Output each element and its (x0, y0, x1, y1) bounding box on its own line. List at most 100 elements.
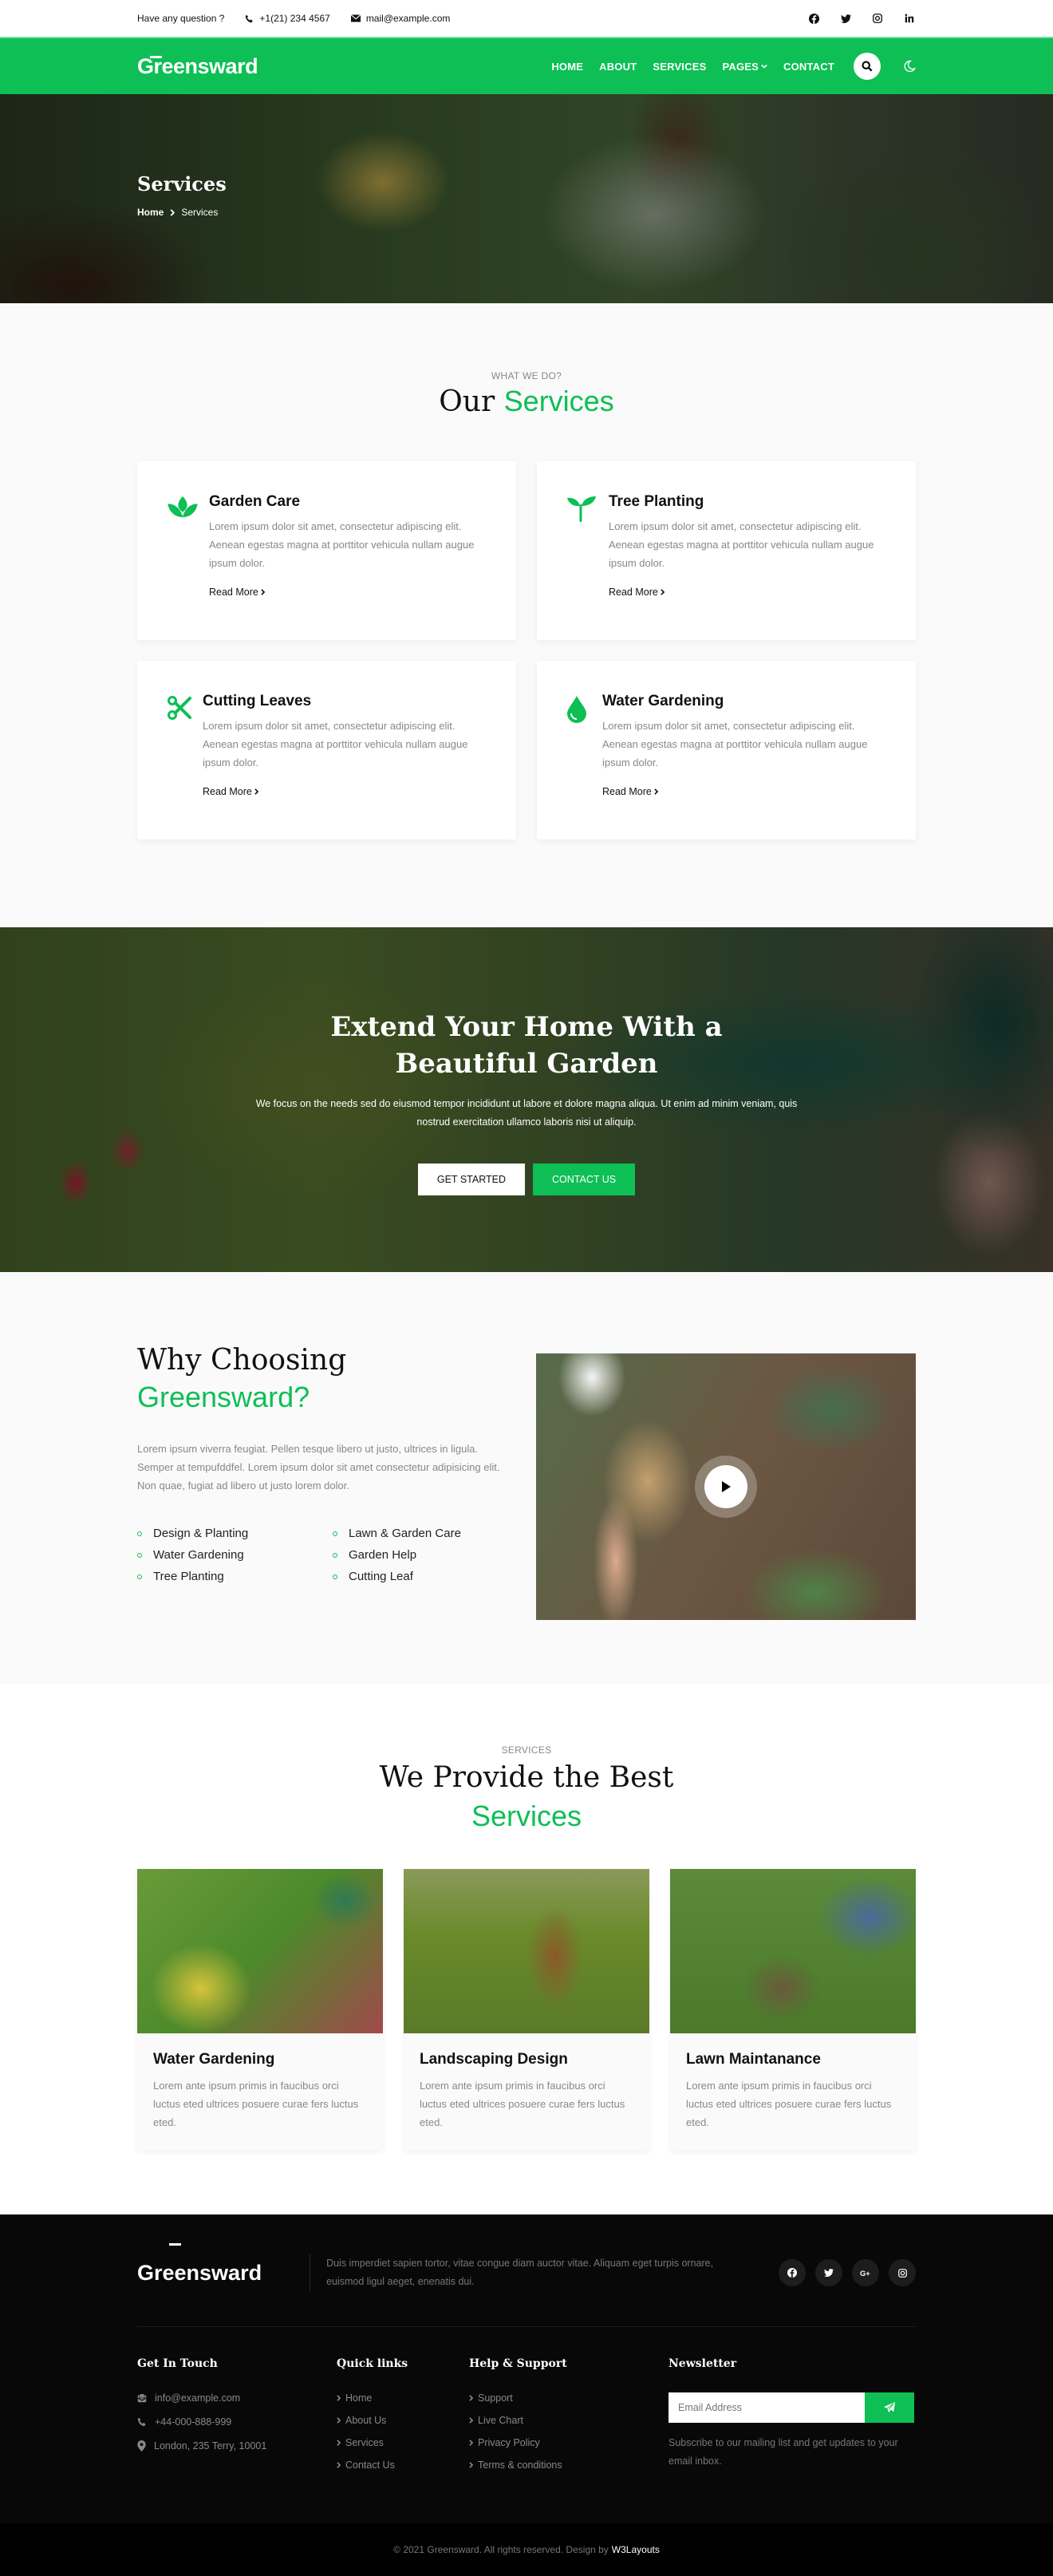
search-button[interactable] (854, 53, 881, 80)
footer-heading: Get In Touch (137, 2357, 218, 2370)
footer-socials: G+ (779, 2259, 916, 2286)
site-logo[interactable]: Greensward (137, 54, 258, 79)
social-links (807, 12, 916, 25)
nav-pages[interactable]: PAGES (722, 61, 767, 73)
feature-label: Garden Help (349, 1548, 417, 1562)
instagram-icon[interactable] (871, 12, 884, 25)
nav-contact[interactable]: CONTACT (783, 61, 834, 73)
newsletter-form (668, 2392, 916, 2423)
service-card: Cutting Leaves Lorem ipsum dolor sit ame… (137, 661, 516, 840)
title-main: Why Choosing (137, 1344, 347, 1377)
footer-help-links: Help & Support Support Live Chart Privac… (469, 2357, 668, 2482)
footer-link[interactable]: Terms & conditions (469, 2459, 668, 2471)
paper-plane-icon (884, 2402, 895, 2413)
feature-item: Design & Planting (137, 1527, 333, 1540)
footer-link-label: Home (345, 2392, 373, 2404)
title-main: Our (439, 385, 495, 418)
search-icon (862, 61, 873, 72)
video-thumbnail (536, 1353, 916, 1620)
theme-toggle[interactable] (903, 60, 916, 73)
footer-link[interactable]: Services (337, 2437, 469, 2448)
play-button[interactable] (704, 1465, 747, 1508)
nav-links: HOME ABOUT SERVICES PAGES CONTACT (551, 53, 916, 80)
nav-home[interactable]: HOME (551, 61, 583, 73)
twitter-icon[interactable] (815, 2259, 842, 2286)
service-text: Lorem ante ipsum primis in faucibus orci… (686, 2080, 892, 2128)
site-footer: Greensward Duis imperdiet sapien tortor,… (0, 2214, 1053, 2576)
chevron-right-icon (337, 2462, 341, 2468)
question-text: Have any question ? (137, 13, 225, 24)
read-more-link[interactable]: Read More (602, 786, 658, 797)
newsletter-note: Subscribe to our mailing list and get up… (668, 2437, 898, 2467)
breadcrumb-home[interactable]: Home (137, 207, 164, 218)
title-accent: Greensward? (137, 1381, 310, 1413)
footer-link-label: Terms & conditions (478, 2459, 562, 2471)
chevron-right-icon (337, 2417, 341, 2424)
footer-about: Duis imperdiet sapien tortor, vitae cong… (326, 2258, 714, 2287)
get-started-button[interactable]: GET STARTED (417, 1164, 526, 1195)
chevron-right-icon (170, 208, 176, 216)
footer-newsletter: Newsletter Subscribe to our mailing list… (668, 2357, 916, 2482)
service-cards: Garden Care Lorem ipsum dolor sit amet, … (137, 461, 916, 840)
email-contact[interactable]: mail@example.com (350, 13, 450, 24)
read-more-label: Read More (602, 786, 652, 797)
footer-link[interactable]: Home (337, 2392, 469, 2404)
contact-email[interactable]: info@example.com (137, 2392, 337, 2404)
footer-link[interactable]: Live Chart (469, 2415, 668, 2426)
section-title: Our Services (137, 385, 916, 418)
read-more-link[interactable]: Read More (609, 587, 665, 598)
newsletter-submit-button[interactable] (865, 2392, 914, 2423)
facebook-icon[interactable] (807, 12, 820, 25)
phone-icon (246, 14, 254, 22)
best-service-card[interactable]: Landscaping Design Lorem ante ipsum prim… (404, 1869, 649, 2151)
service-title: Landscaping Design (420, 2051, 568, 2068)
location-pin-icon (137, 2440, 146, 2452)
best-service-card[interactable]: Water Gardening Lorem ante ipsum primis … (137, 1869, 383, 2151)
contact-us-button[interactable]: CONTACT US (533, 1164, 636, 1195)
footer-heading: Quick links (337, 2357, 408, 2370)
why-title: Why Choosing Greensward? (137, 1342, 516, 1416)
linkedin-icon[interactable] (903, 12, 916, 25)
contact-phone-text: +44-000-888-999 (155, 2416, 232, 2428)
top-bar: Have any question ? +1(21) 234 4567 mail… (0, 0, 1053, 37)
feature-label: Lawn & Garden Care (349, 1527, 461, 1540)
footer-link[interactable]: About Us (337, 2415, 469, 2426)
twitter-icon[interactable] (839, 12, 852, 25)
footer-link[interactable]: Contact Us (337, 2459, 469, 2471)
chevron-right-icon (654, 788, 658, 795)
footer-logo[interactable]: Greensward (137, 2242, 294, 2286)
moon-icon (904, 60, 916, 73)
chevron-down-icon (761, 64, 767, 69)
phone-number: +1(21) 234 4567 (259, 13, 330, 24)
phone-contact[interactable]: +1(21) 234 4567 (245, 13, 330, 24)
service-text: Lorem ipsum dolor sit amet, consectetur … (209, 520, 475, 569)
footer-heading: Newsletter (668, 2357, 737, 2370)
copyright-bar: © 2021 Greensward. All rights reserved. … (0, 2523, 1053, 2576)
bullet-icon (137, 1531, 142, 1536)
read-more-label: Read More (609, 587, 658, 598)
page-title: Services (137, 172, 227, 196)
instagram-icon[interactable] (889, 2259, 916, 2286)
service-text: Lorem ipsum dolor sit amet, consectetur … (602, 720, 868, 768)
title-main: We Provide the Best (379, 1761, 674, 1794)
nav-services[interactable]: SERVICES (653, 61, 706, 73)
read-more-link[interactable]: Read More (209, 587, 265, 598)
chevron-right-icon (261, 589, 265, 595)
nav-about[interactable]: ABOUT (599, 61, 637, 73)
feature-item: Cutting Leaf (333, 1570, 516, 1583)
logo-text: Greensward (137, 2260, 262, 2285)
footer-link[interactable]: Privacy Policy (469, 2437, 668, 2448)
google-plus-icon[interactable]: G+ (852, 2259, 879, 2286)
contact-phone[interactable]: +44-000-888-999 (137, 2416, 337, 2428)
footer-quick-links: Quick links Home About Us Services Conta… (337, 2357, 469, 2482)
service-image (137, 1869, 383, 2033)
seedling-icon (567, 496, 596, 522)
service-text: Lorem ante ipsum primis in faucibus orci… (153, 2080, 359, 2128)
facebook-icon[interactable] (779, 2259, 806, 2286)
best-service-card[interactable]: Lawn Maintanance Lorem ante ipsum primis… (670, 1869, 916, 2151)
chevron-right-icon (469, 2462, 473, 2468)
footer-link[interactable]: Support (469, 2392, 668, 2404)
read-more-link[interactable]: Read More (203, 786, 258, 797)
newsletter-email-input[interactable] (668, 2392, 865, 2423)
designer-link[interactable]: W3Layouts (612, 2544, 660, 2555)
